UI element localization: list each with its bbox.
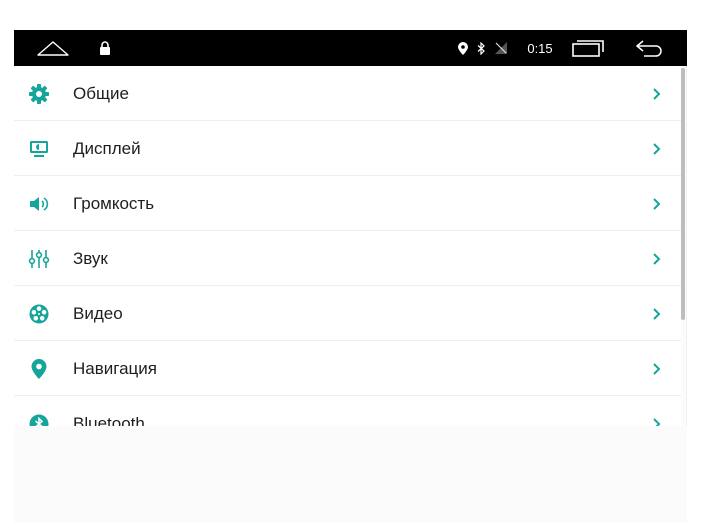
settings-item-display[interactable]: Дисплей bbox=[14, 121, 681, 176]
chevron-right-icon bbox=[653, 143, 661, 155]
bluetooth-circle-icon bbox=[28, 413, 50, 426]
bluetooth-icon bbox=[476, 30, 486, 66]
equalizer-icon bbox=[28, 248, 50, 270]
settings-item-label: Видео bbox=[73, 304, 123, 323]
settings-item-general[interactable]: Общие bbox=[14, 66, 681, 121]
settings-item-label: Громкость bbox=[73, 194, 155, 213]
settings-item-video[interactable]: Видео bbox=[14, 286, 681, 341]
lock-icon bbox=[98, 30, 112, 66]
film-reel-icon bbox=[28, 303, 50, 325]
settings-list[interactable]: Общие Дисплей Громкость Звук Видео Навиг… bbox=[14, 66, 681, 426]
home-icon[interactable] bbox=[34, 30, 72, 66]
settings-item-label: Общие bbox=[73, 84, 129, 103]
screen: 0:15 Общие Дисплей Громкость Звук Видео … bbox=[0, 0, 701, 523]
no-signal-icon bbox=[495, 30, 507, 66]
chevron-right-icon bbox=[653, 418, 661, 426]
gear-icon bbox=[28, 83, 50, 105]
status-bar: 0:15 bbox=[14, 30, 687, 66]
chevron-right-icon bbox=[653, 198, 661, 210]
settings-item-sound[interactable]: Звук bbox=[14, 231, 681, 286]
chevron-right-icon bbox=[653, 253, 661, 265]
back-icon[interactable] bbox=[632, 30, 668, 66]
display-icon bbox=[28, 138, 50, 160]
chevron-right-icon bbox=[653, 308, 661, 320]
scrollbar[interactable] bbox=[681, 68, 685, 320]
settings-item-label: Дисплей bbox=[73, 139, 141, 158]
settings-item-volume[interactable]: Громкость bbox=[14, 176, 681, 231]
settings-item-label: Навигация bbox=[73, 359, 157, 378]
volume-icon bbox=[28, 193, 50, 215]
empty-area bbox=[14, 426, 687, 523]
settings-item-label: Звук bbox=[73, 249, 108, 268]
chevron-right-icon bbox=[653, 363, 661, 375]
settings-item-navigation[interactable]: Навигация bbox=[14, 341, 681, 396]
location-icon bbox=[457, 30, 469, 66]
map-pin-icon bbox=[28, 358, 50, 380]
chevron-right-icon bbox=[653, 88, 661, 100]
settings-item-bluetooth[interactable]: Bluetooth bbox=[14, 396, 681, 426]
clock: 0:15 bbox=[527, 40, 553, 56]
settings-item-label: Bluetooth bbox=[73, 414, 145, 426]
recent-apps-icon[interactable] bbox=[570, 30, 606, 66]
